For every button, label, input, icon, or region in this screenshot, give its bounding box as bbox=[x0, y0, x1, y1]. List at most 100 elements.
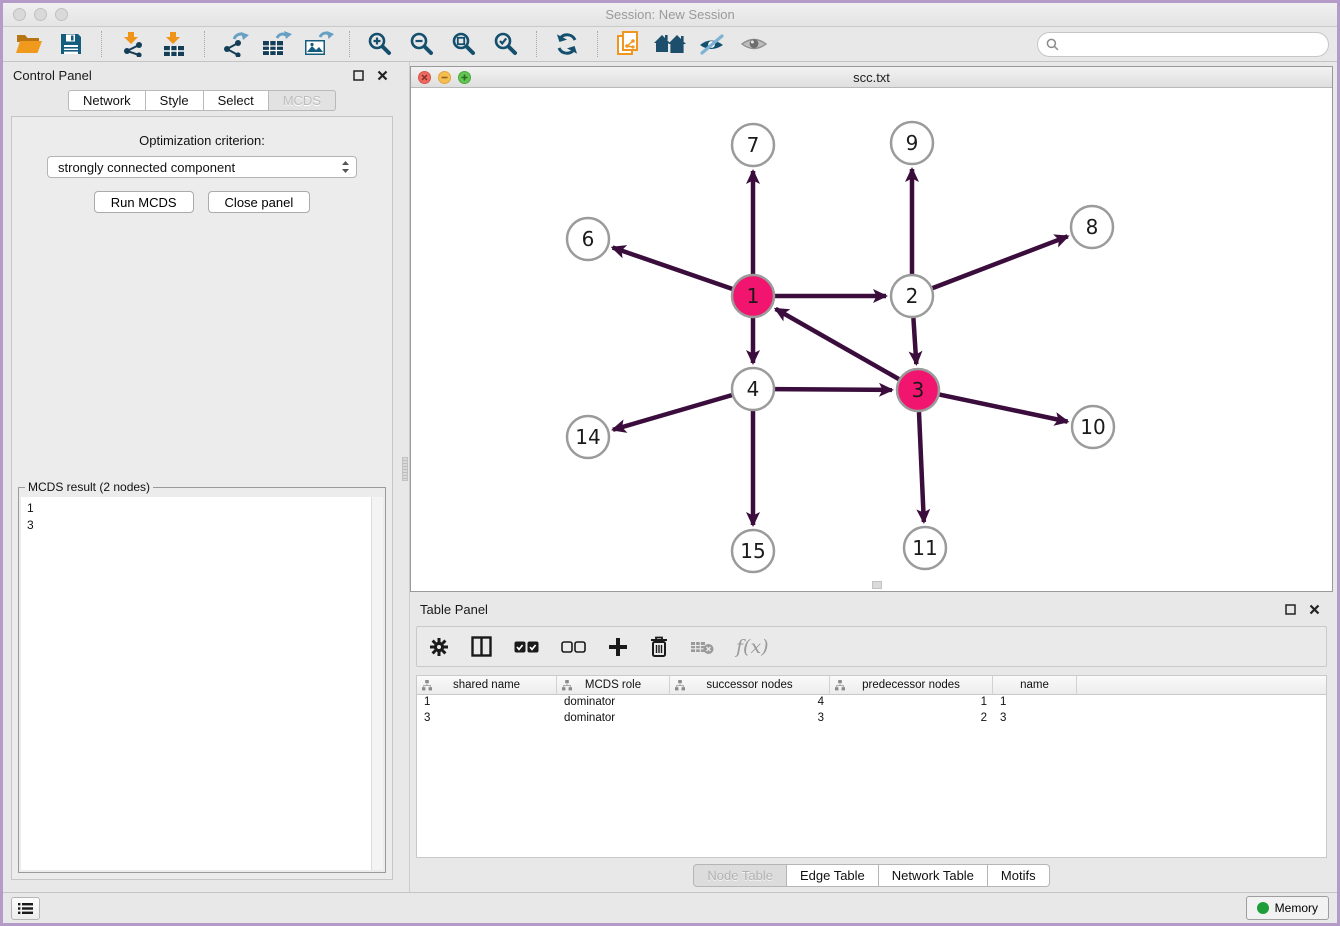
column-header-name[interactable]: name bbox=[993, 676, 1077, 694]
svg-text:3: 3 bbox=[912, 378, 925, 402]
tab-node-table[interactable]: Node Table bbox=[693, 864, 787, 887]
network-canvas[interactable]: 7 9 6 8 1 2 4 3 14 10 15 11 bbox=[411, 88, 1332, 591]
column-header-MCDS-role[interactable]: MCDS role bbox=[557, 676, 670, 694]
show-eye-icon[interactable] bbox=[736, 29, 772, 59]
export-image-icon[interactable] bbox=[301, 29, 337, 59]
close-network-icon[interactable] bbox=[418, 71, 431, 84]
close-panel-icon[interactable] bbox=[373, 66, 391, 84]
close-window-icon[interactable] bbox=[13, 8, 26, 21]
hide-eye-icon[interactable] bbox=[694, 29, 730, 59]
panel-divider[interactable] bbox=[401, 62, 410, 892]
graph-edge-2-8[interactable] bbox=[933, 236, 1068, 288]
tab-motifs[interactable]: Motifs bbox=[988, 864, 1050, 887]
export-table-icon[interactable] bbox=[259, 29, 295, 59]
tab-network-table[interactable]: Network Table bbox=[879, 864, 988, 887]
graph-node-10[interactable]: 10 bbox=[1072, 406, 1114, 448]
graph-node-9[interactable]: 9 bbox=[891, 122, 933, 164]
graph-edge-3-10[interactable] bbox=[940, 395, 1068, 422]
save-session-icon[interactable] bbox=[53, 29, 89, 59]
graph-node-7[interactable]: 7 bbox=[732, 124, 774, 166]
window-traffic-lights[interactable] bbox=[13, 8, 68, 21]
graph-node-8[interactable]: 8 bbox=[1071, 206, 1113, 248]
column-header-successor-nodes[interactable]: successor nodes bbox=[670, 676, 830, 694]
minimize-network-icon[interactable] bbox=[438, 71, 451, 84]
import-network-icon[interactable] bbox=[114, 29, 150, 59]
column-header-filler bbox=[1077, 676, 1326, 694]
network-document-icon[interactable] bbox=[610, 29, 646, 59]
criterion-select[interactable]: strongly connected component bbox=[47, 156, 357, 178]
add-row-icon[interactable] bbox=[608, 637, 628, 657]
run-mcds-button[interactable]: Run MCDS bbox=[94, 191, 194, 213]
graph-edge-4-14[interactable] bbox=[613, 395, 732, 430]
graph-node-1[interactable]: 1 bbox=[732, 275, 774, 317]
tab-mcds[interactable]: MCDS bbox=[269, 90, 336, 111]
graph-edge-3-1[interactable] bbox=[776, 309, 899, 379]
cell-successor-nodes[interactable]: 4 bbox=[670, 695, 830, 711]
minimize-window-icon[interactable] bbox=[34, 8, 47, 21]
zoom-in-icon[interactable] bbox=[362, 29, 398, 59]
cell-MCDS-role[interactable]: dominator bbox=[557, 695, 670, 711]
graph-node-11[interactable]: 11 bbox=[904, 527, 946, 569]
tab-style[interactable]: Style bbox=[146, 90, 204, 111]
zoom-fit-icon[interactable] bbox=[446, 29, 482, 59]
search-input[interactable] bbox=[1037, 32, 1329, 57]
column-header-shared-name[interactable]: shared name bbox=[417, 676, 557, 694]
memory-button[interactable]: Memory bbox=[1246, 896, 1329, 920]
cell-MCDS-role[interactable]: dominator bbox=[557, 711, 670, 727]
delete-table-icon[interactable] bbox=[690, 639, 714, 655]
graph-edge-4-3[interactable] bbox=[775, 389, 892, 390]
svg-text:10: 10 bbox=[1080, 415, 1105, 439]
cell-predecessor-nodes[interactable]: 2 bbox=[830, 711, 993, 727]
network-window: scc.txt 7 9 6 8 1 2 4 3 14 10 15 11 bbox=[410, 66, 1333, 592]
select-all-icon[interactable] bbox=[514, 641, 539, 653]
function-icon[interactable]: f(x) bbox=[736, 636, 769, 658]
cell-successor-nodes[interactable]: 3 bbox=[670, 711, 830, 727]
refresh-icon[interactable] bbox=[549, 29, 585, 59]
houses-icon[interactable] bbox=[652, 29, 688, 59]
open-session-icon[interactable] bbox=[11, 29, 47, 59]
graph-node-2[interactable]: 2 bbox=[891, 275, 933, 317]
graph-node-3[interactable]: 3 bbox=[897, 369, 939, 411]
graph-node-14[interactable]: 14 bbox=[567, 416, 609, 458]
cell-shared-name[interactable]: 3 bbox=[417, 711, 557, 727]
columns-icon[interactable] bbox=[471, 636, 492, 657]
zoom-out-icon[interactable] bbox=[404, 29, 440, 59]
result-scrollbar[interactable] bbox=[371, 497, 383, 870]
graph-edge-1-6[interactable] bbox=[613, 247, 733, 288]
unselect-all-icon[interactable] bbox=[561, 641, 586, 653]
zoom-selected-icon[interactable] bbox=[488, 29, 524, 59]
task-history-icon[interactable] bbox=[11, 897, 40, 920]
zoom-window-icon[interactable] bbox=[55, 8, 68, 21]
cell-predecessor-nodes[interactable]: 1 bbox=[830, 695, 993, 711]
table-row[interactable]: 1dominator411 bbox=[417, 695, 1326, 711]
float-table-panel-icon[interactable] bbox=[1281, 600, 1299, 618]
graph-node-6[interactable]: 6 bbox=[567, 218, 609, 260]
float-panel-icon[interactable] bbox=[349, 66, 367, 84]
divider-grip-icon[interactable] bbox=[402, 457, 408, 481]
canvas-scroll-thumb[interactable] bbox=[872, 581, 882, 589]
close-panel-button[interactable]: Close panel bbox=[208, 191, 311, 213]
network-window-titlebar[interactable]: scc.txt bbox=[411, 67, 1332, 88]
graph-node-15[interactable]: 15 bbox=[732, 530, 774, 572]
delete-row-icon[interactable] bbox=[650, 636, 668, 657]
graph-edge-3-11[interactable] bbox=[919, 412, 924, 522]
table-panel-title: Table Panel bbox=[420, 602, 488, 617]
cell-name[interactable]: 3 bbox=[993, 711, 1077, 727]
table-row[interactable]: 3dominator323 bbox=[417, 711, 1326, 727]
zoom-network-icon[interactable] bbox=[458, 71, 471, 84]
tab-select[interactable]: Select bbox=[204, 90, 269, 111]
import-table-icon[interactable] bbox=[156, 29, 192, 59]
tab-network[interactable]: Network bbox=[68, 90, 146, 111]
gear-icon[interactable] bbox=[429, 637, 449, 657]
svg-text:14: 14 bbox=[575, 425, 600, 449]
export-network-icon[interactable] bbox=[217, 29, 253, 59]
column-header-predecessor-nodes[interactable]: predecessor nodes bbox=[830, 676, 993, 694]
memory-status-icon bbox=[1257, 902, 1269, 914]
control-panel: Control Panel NetworkStyleSelectMCDS Opt… bbox=[3, 62, 401, 892]
graph-edge-2-3[interactable] bbox=[913, 318, 916, 364]
cell-shared-name[interactable]: 1 bbox=[417, 695, 557, 711]
close-table-panel-icon[interactable] bbox=[1305, 600, 1323, 618]
graph-node-4[interactable]: 4 bbox=[732, 368, 774, 410]
tab-edge-table[interactable]: Edge Table bbox=[787, 864, 879, 887]
cell-name[interactable]: 1 bbox=[993, 695, 1077, 711]
